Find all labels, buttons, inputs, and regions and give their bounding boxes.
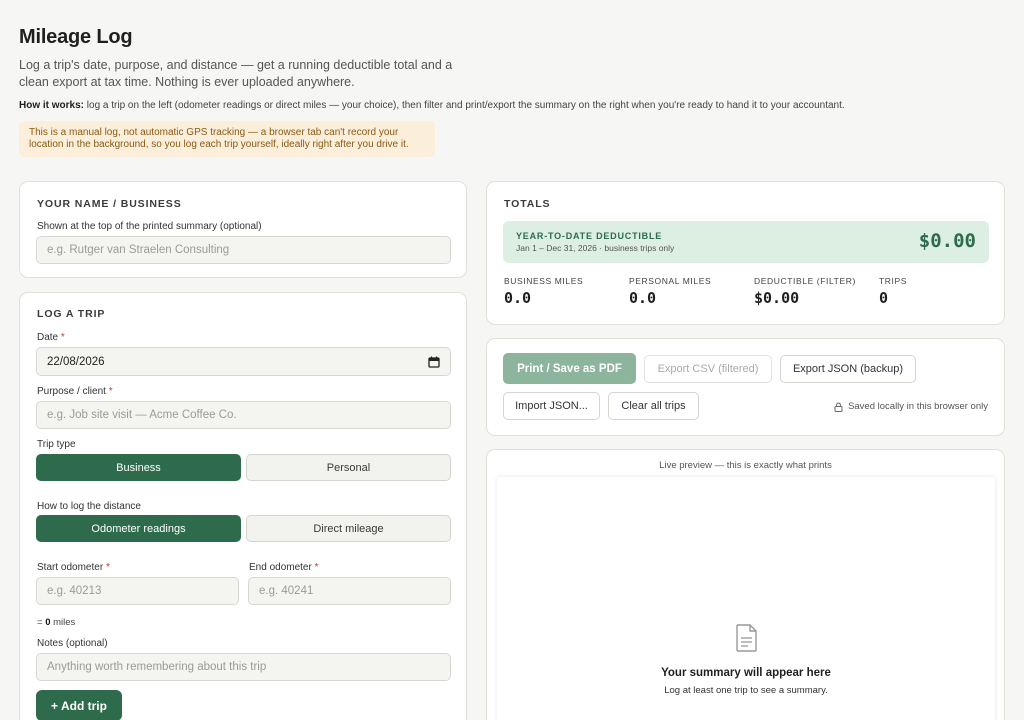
import-json-button[interactable]: Import JSON...: [503, 392, 600, 420]
preview-empty-title: Your summary will appear here: [661, 667, 831, 679]
page-header: Mileage Log Log a trip's date, purpose, …: [19, 26, 1005, 157]
notes-input[interactable]: Anything worth remembering about this tr…: [36, 653, 451, 681]
clear-trips-button[interactable]: Clear all trips: [608, 392, 699, 420]
trip-type-personal[interactable]: Personal: [246, 454, 451, 481]
distance-mode-label: How to log the distance: [37, 501, 141, 512]
stat-value-personal-miles: 0.0: [629, 289, 657, 307]
gps-notice: This is a manual log, not automatic GPS …: [19, 121, 435, 157]
export-csv-button[interactable]: Export CSV (filtered): [644, 355, 772, 383]
how-it-works-label: How it works:: [19, 100, 85, 111]
lock-icon: [834, 402, 843, 412]
date-label-text: Date: [37, 332, 59, 343]
print-button[interactable]: Print / Save as PDF: [503, 353, 636, 384]
purpose-label: Purpose / client *: [37, 386, 113, 397]
start-odometer-label-text: Start odometer: [37, 562, 104, 573]
computed-miles-unit: miles: [53, 617, 76, 628]
end-odometer-label-text: End odometer: [249, 562, 312, 573]
business-name-input[interactable]: e.g. Rutger van Straelen Consulting: [36, 236, 451, 264]
calendar-icon[interactable]: [428, 356, 440, 368]
purpose-label-text: Purpose / client: [37, 386, 106, 397]
start-odometer-input[interactable]: e.g. 40213: [36, 577, 239, 605]
purpose-input[interactable]: e.g. Job site visit — Acme Coffee Co.: [36, 401, 451, 429]
end-odometer-input[interactable]: e.g. 40241: [248, 577, 451, 605]
required-mark: *: [60, 332, 65, 343]
log-trip-title: Log a trip: [37, 308, 106, 320]
required-mark: *: [314, 562, 319, 573]
actions-card: Print / Save as PDF Export CSV (filtered…: [486, 338, 1005, 436]
computed-prefix: =: [37, 617, 43, 628]
trip-type-business[interactable]: Business: [36, 454, 241, 481]
how-it-works-text: log a trip on the left (odometer reading…: [86, 100, 845, 111]
stat-label-business-miles: Business miles: [504, 276, 584, 286]
page-subtitle: Log a trip's date, purpose, and distance…: [19, 58, 453, 89]
totals-card: Totals Year-to-date deductible Jan 1 – D…: [486, 181, 1005, 325]
saved-locally-note: Saved locally in this browser only: [834, 401, 988, 412]
preview-sheet: Your summary will appear here Log at lea…: [497, 477, 995, 720]
trip-type-label: Trip type: [37, 439, 76, 450]
document-icon: [736, 624, 757, 652]
ytd-label: Year-to-date deductible: [516, 231, 663, 241]
computed-miles: = 0 miles: [37, 617, 75, 628]
stat-label-deductible: Deductible (filter): [754, 276, 856, 286]
add-trip-button[interactable]: + Add trip: [36, 690, 122, 720]
stat-value-business-miles: 0.0: [504, 289, 532, 307]
notes-label: Notes (optional): [37, 638, 108, 649]
required-mark: *: [105, 562, 110, 573]
stat-label-personal-miles: Personal miles: [629, 276, 712, 286]
date-input[interactable]: 22/08/2026: [36, 347, 451, 376]
name-card-title: Your name / business: [37, 198, 182, 210]
preview-card: Live preview — this is exactly what prin…: [486, 449, 1005, 720]
name-field-label: Shown at the top of the printed summary …: [37, 221, 262, 232]
saved-locally-text: Saved locally in this browser only: [848, 401, 988, 412]
stat-value-trips: 0: [879, 289, 889, 307]
ytd-banner: Year-to-date deductible Jan 1 – Dec 31, …: [503, 221, 989, 263]
date-label: Date *: [37, 332, 65, 343]
name-card: Your name / business Shown at the top of…: [19, 181, 467, 278]
date-value: 22/08/2026: [47, 355, 105, 368]
page-title: Mileage Log: [19, 26, 133, 48]
ytd-range: Jan 1 – Dec 31, 2026 · business trips on…: [516, 243, 675, 253]
distance-mode-direct[interactable]: Direct mileage: [246, 515, 451, 542]
preview-empty-subtitle: Log at least one trip to see a summary.: [664, 685, 828, 696]
required-mark: *: [108, 386, 113, 397]
end-odometer-label: End odometer *: [249, 562, 319, 573]
start-odometer-label: Start odometer *: [37, 562, 110, 573]
how-it-works: How it works: log a trip on the left (od…: [19, 100, 1005, 111]
computed-miles-value: 0: [45, 617, 51, 628]
ytd-value: $0.00: [918, 230, 976, 252]
preview-caption: Live preview — this is exactly what prin…: [659, 460, 832, 471]
stat-value-deductible: $0.00: [754, 289, 800, 307]
export-json-button[interactable]: Export JSON (backup): [780, 355, 916, 383]
log-trip-card: Log a trip Date * 22/08/2026 Purpose / c…: [19, 292, 467, 720]
distance-mode-odometer[interactable]: Odometer readings: [36, 515, 241, 542]
stat-label-trips: Trips: [879, 276, 908, 286]
totals-title: Totals: [504, 198, 551, 210]
